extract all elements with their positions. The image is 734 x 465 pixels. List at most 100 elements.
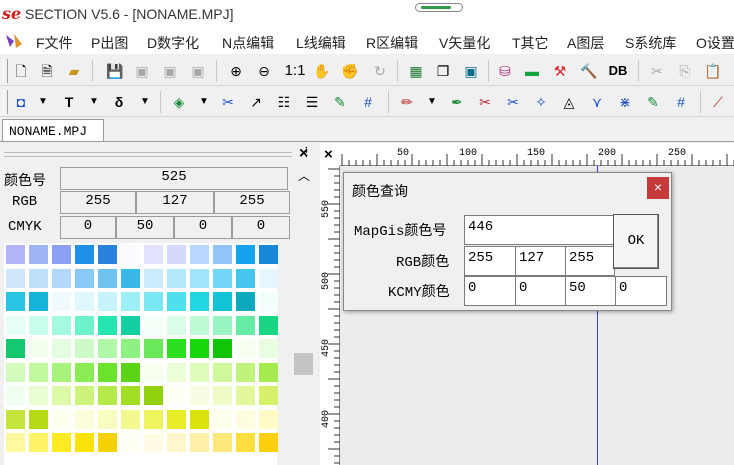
color-bar-icon[interactable]: ▬ xyxy=(521,60,543,82)
panel-close-icon[interactable]: × xyxy=(299,145,308,163)
cut-icon[interactable]: ✂ xyxy=(646,60,668,82)
color-swatch[interactable] xyxy=(75,386,94,405)
edit-param-icon[interactable]: ✎ xyxy=(329,91,351,113)
edit-list-icon[interactable]: ☰ xyxy=(301,91,323,113)
chevron-down-icon[interactable]: ▼ xyxy=(193,91,215,113)
new-document-icon[interactable]: 🗎 xyxy=(36,60,58,82)
zoom-ratio-button[interactable]: 1:1 xyxy=(282,60,308,82)
color-swatch[interactable] xyxy=(236,315,255,335)
color-swatch[interactable] xyxy=(6,245,25,264)
color-swatch[interactable] xyxy=(121,268,140,288)
menu-vectorize[interactable]: V矢量化 xyxy=(439,33,490,53)
color-swatch[interactable] xyxy=(52,315,71,335)
select-icon[interactable]: ◘ xyxy=(10,91,32,113)
save-all-icon[interactable]: ▣ xyxy=(187,60,209,82)
color-swatch[interactable] xyxy=(213,339,232,358)
color-swatch[interactable] xyxy=(259,268,278,288)
menu-file[interactable]: F文件 xyxy=(36,33,73,53)
color-swatch[interactable] xyxy=(29,433,48,452)
grid-table-icon[interactable]: ▦ xyxy=(405,60,427,82)
paste-icon[interactable]: 📋 xyxy=(702,60,724,82)
color-swatch[interactable] xyxy=(190,315,209,335)
new-file-icon[interactable]: 🗋 xyxy=(10,60,32,82)
color-swatch[interactable] xyxy=(213,315,232,335)
color-swatch[interactable] xyxy=(259,315,278,335)
color-swatch[interactable] xyxy=(121,292,140,311)
color-swatch[interactable] xyxy=(6,268,25,288)
color-swatch[interactable] xyxy=(121,315,140,335)
menu-line-edit[interactable]: L线编辑 xyxy=(296,33,346,53)
break-line-icon[interactable]: ✂ xyxy=(502,91,524,113)
color-swatch[interactable] xyxy=(213,362,232,382)
color-swatch[interactable] xyxy=(6,292,25,311)
copy-icon[interactable]: ⎘ xyxy=(674,60,696,82)
add-point-icon[interactable]: ◈ xyxy=(168,91,190,113)
color-swatch[interactable] xyxy=(236,386,255,405)
color-swatch[interactable] xyxy=(259,386,278,405)
color-swatch[interactable] xyxy=(236,409,255,429)
color-swatch[interactable] xyxy=(190,268,209,288)
app-menu-icon[interactable] xyxy=(4,32,26,50)
color-swatch[interactable] xyxy=(29,386,48,405)
color-swatch[interactable] xyxy=(75,409,94,429)
color-swatch[interactable] xyxy=(190,386,209,405)
menu-point-edit[interactable]: N点编辑 xyxy=(222,33,274,53)
ok-button[interactable]: OK xyxy=(613,214,659,269)
open-folder-icon[interactable]: ▰ xyxy=(63,60,85,82)
color-swatch[interactable] xyxy=(190,409,209,429)
color-swatch[interactable] xyxy=(98,245,117,264)
color-swatch[interactable] xyxy=(259,409,278,429)
color-swatch[interactable] xyxy=(98,292,117,311)
rgb-r-input[interactable]: 255 xyxy=(464,246,517,276)
color-swatch[interactable] xyxy=(98,362,117,382)
color-swatch[interactable] xyxy=(98,268,117,288)
rgb-b-input[interactable]: 255 xyxy=(565,246,615,276)
color-swatch[interactable] xyxy=(190,292,209,311)
color-swatch[interactable] xyxy=(213,292,232,311)
zoom-in-icon[interactable]: ⊕ xyxy=(225,60,247,82)
scissors-icon[interactable]: ✂ xyxy=(217,91,239,113)
save-icon[interactable]: 💾 xyxy=(104,60,126,82)
color-swatch[interactable] xyxy=(98,409,117,429)
color-swatch[interactable] xyxy=(121,433,140,452)
color-swatch[interactable] xyxy=(52,362,71,382)
redo-icon[interactable]: ↻ xyxy=(369,60,391,82)
menu-layer[interactable]: A图层 xyxy=(567,33,604,53)
color-swatch[interactable] xyxy=(259,292,278,311)
color-swatch[interactable] xyxy=(52,245,71,264)
color-swatch[interactable] xyxy=(121,245,140,264)
color-swatch[interactable] xyxy=(6,362,25,382)
color-swatch[interactable] xyxy=(75,245,94,264)
canvas-close-icon[interactable]: × xyxy=(324,146,333,163)
menu-print[interactable]: P出图 xyxy=(91,33,128,53)
save-as-icon[interactable]: ▣ xyxy=(131,60,153,82)
color-swatch[interactable] xyxy=(167,339,186,358)
color-swatch[interactable] xyxy=(52,433,71,452)
menu-settings[interactable]: O设置 xyxy=(696,33,734,53)
color-swatch[interactable] xyxy=(144,245,163,264)
color-swatch[interactable] xyxy=(121,409,140,429)
color-swatch[interactable] xyxy=(213,268,232,288)
color-swatch[interactable] xyxy=(144,386,163,405)
point-list-icon[interactable]: ☷ xyxy=(273,91,295,113)
chevron-down-icon[interactable]: ▼ xyxy=(32,91,54,113)
color-swatch[interactable] xyxy=(144,409,163,429)
monitor-icon[interactable]: ▣ xyxy=(460,60,482,82)
kcmy-k-input[interactable]: 0 xyxy=(464,276,517,306)
kcmy-m-input[interactable]: 50 xyxy=(565,276,617,306)
color-swatch[interactable] xyxy=(144,339,163,358)
menu-digitize[interactable]: D数字化 xyxy=(147,33,199,53)
menu-region-edit[interactable]: R区编辑 xyxy=(366,33,418,53)
color-swatch[interactable] xyxy=(236,362,255,382)
measure-icon[interactable]: ⟋ xyxy=(707,91,729,113)
cut-line-icon[interactable]: ✂ xyxy=(474,91,496,113)
color-swatch[interactable] xyxy=(190,433,209,452)
color-swatch[interactable] xyxy=(121,362,140,382)
color-swatch[interactable] xyxy=(236,245,255,264)
scroll-up-icon[interactable]: ︿ xyxy=(298,167,310,184)
chevron-down-icon[interactable]: ▼ xyxy=(134,91,156,113)
color-swatch[interactable] xyxy=(52,268,71,288)
color-swatch[interactable] xyxy=(144,433,163,452)
draw-line-icon[interactable]: ✏ xyxy=(396,91,418,113)
color-swatch[interactable] xyxy=(190,362,209,382)
